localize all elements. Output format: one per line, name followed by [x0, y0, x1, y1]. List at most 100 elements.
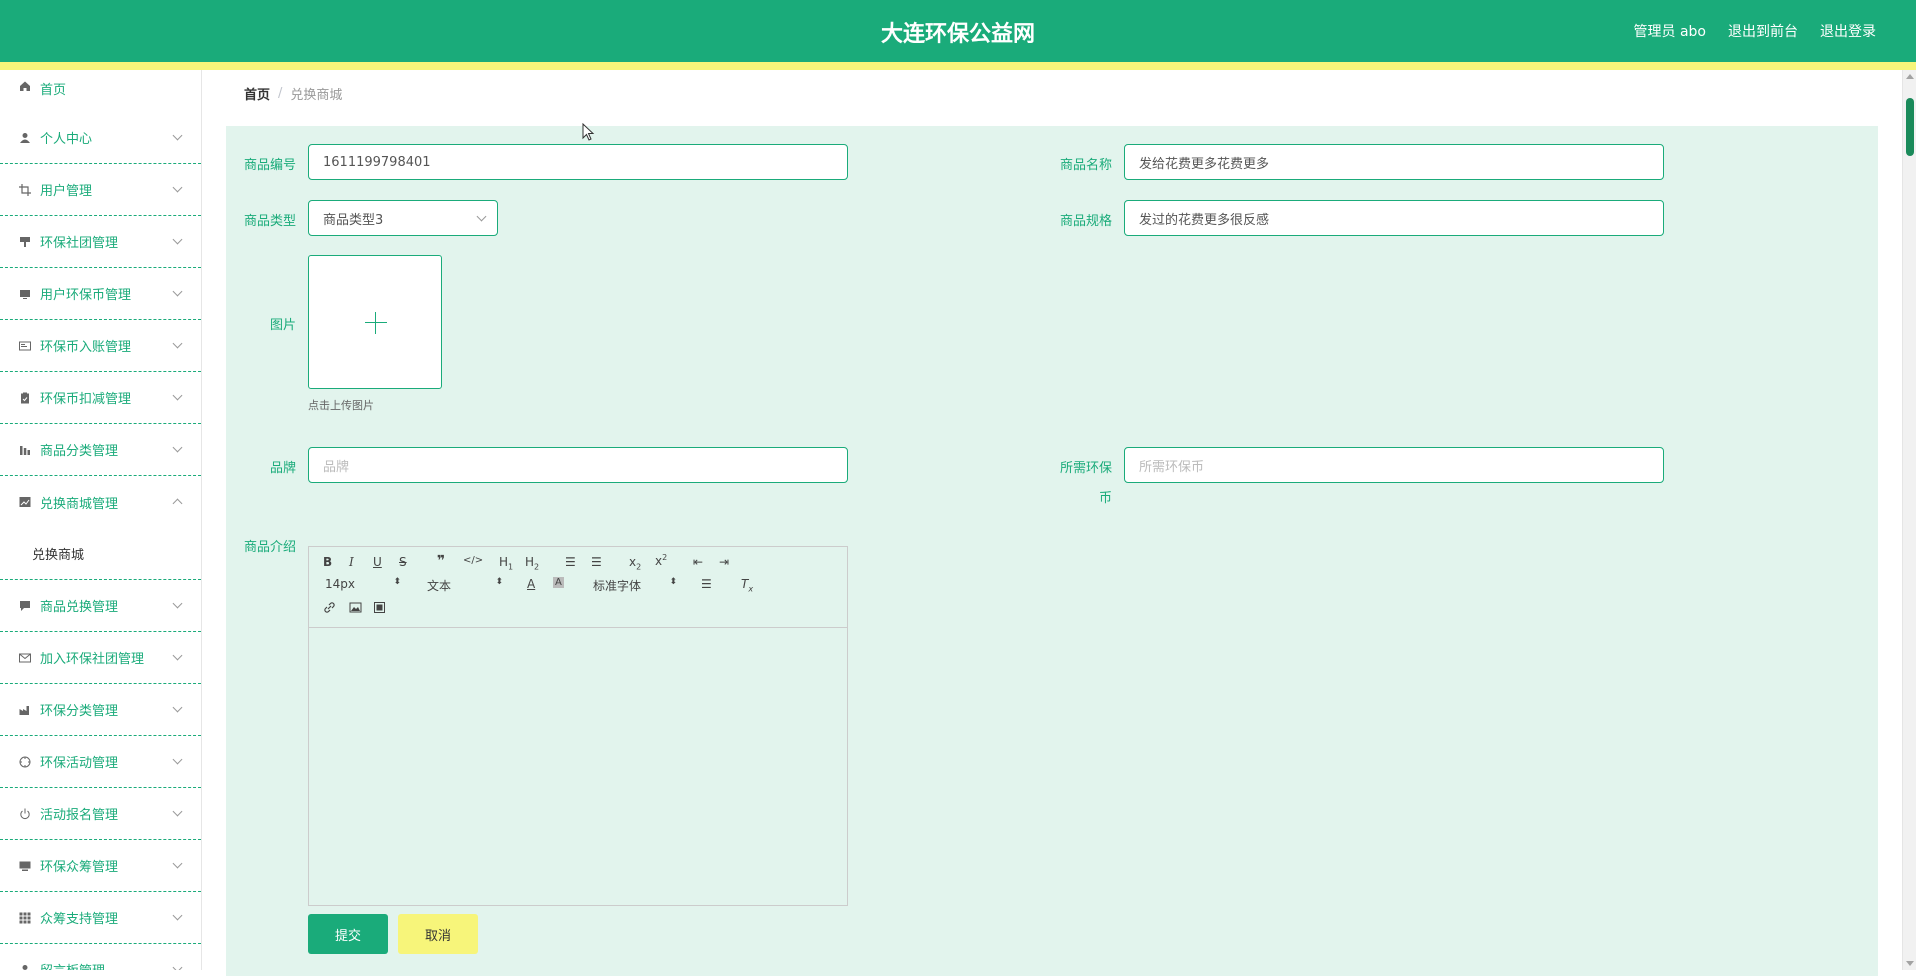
chevron-down-icon	[172, 442, 183, 453]
updown-icon: ⬍	[495, 577, 503, 587]
updown-icon: ⬍	[669, 577, 677, 587]
sidebar-item-activity-mgmt[interactable]: 环保活动管理	[0, 736, 201, 788]
sidebar-item-label: 众筹支持管理	[40, 912, 119, 927]
type-select-value: 商品类型3	[323, 212, 384, 228]
sidebar-item-eco-category-mgmt[interactable]: 环保分类管理	[0, 684, 201, 736]
sidebar-item-coin-deduct-mgmt[interactable]: 环保币扣减管理	[0, 372, 201, 424]
sidebar-item-crowdfund-mgmt[interactable]: 环保众筹管理	[0, 840, 201, 892]
underline-icon[interactable]: U	[373, 555, 382, 569]
outdent-icon[interactable]: ⇤	[693, 555, 703, 569]
scroll-up-icon[interactable]	[1906, 74, 1914, 79]
factory-icon	[18, 703, 32, 717]
editor-body[interactable]	[309, 628, 847, 905]
clear-format-icon[interactable]: Tx	[741, 577, 753, 593]
chevron-down-icon	[172, 338, 183, 349]
bullet-list-icon[interactable]: ☰	[591, 555, 602, 569]
site-title: 大连环保公益网	[880, 22, 1035, 47]
code-icon[interactable]: </>	[463, 555, 483, 566]
brush-icon	[18, 235, 32, 249]
admin-user-link[interactable]: 管理员 abo	[1634, 21, 1706, 41]
sidebar-item-label: 环保分类管理	[40, 704, 119, 719]
font-color-icon[interactable]: A	[527, 577, 535, 591]
coins-field[interactable]: 所需环保币	[1124, 447, 1664, 483]
image-icon[interactable]	[349, 601, 362, 617]
person-icon	[18, 963, 32, 971]
ordered-list-icon[interactable]: ☰	[565, 555, 576, 569]
breadcrumb-current: 兑换商城	[290, 87, 343, 103]
align-icon[interactable]: ☰	[701, 577, 712, 591]
chart-icon	[18, 443, 32, 457]
sidebar-item-mall-mgmt[interactable]: 兑换商城管理	[0, 476, 201, 528]
chevron-down-icon	[172, 962, 183, 970]
font-size-select[interactable]: 14px ⬍	[325, 577, 401, 591]
breadcrumb-home[interactable]: 首页	[244, 84, 270, 103]
sidebar-item-category-mgmt[interactable]: 商品分类管理	[0, 424, 201, 476]
sidebar-item-coin-income-mgmt[interactable]: 环保币入账管理	[0, 320, 201, 372]
cancel-button[interactable]: 取消	[398, 914, 478, 954]
brand-field[interactable]: 品牌	[308, 447, 848, 483]
sidebar-item-signup-mgmt[interactable]: 活动报名管理	[0, 788, 201, 840]
sidebar-item-join-club-mgmt[interactable]: 加入环保社团管理	[0, 632, 201, 684]
sidebar-item-personal-center[interactable]: 个人中心	[0, 112, 201, 164]
italic-icon[interactable]: I	[349, 555, 354, 569]
sidebar-item-label: 加入环保社团管理	[40, 652, 145, 667]
mail-icon	[18, 651, 32, 665]
crop-icon	[18, 183, 32, 197]
font-size-value: 14px	[325, 577, 355, 591]
sidebar-item-user-mgmt[interactable]: 用户管理	[0, 164, 201, 216]
chevron-down-icon	[172, 130, 183, 141]
strike-icon[interactable]: S	[399, 555, 407, 569]
bold-icon[interactable]: B	[323, 555, 332, 569]
code-field[interactable]: 1611199798401	[308, 144, 848, 180]
exit-to-front-link[interactable]: 退出到前台	[1728, 21, 1798, 41]
font-family-select[interactable]: 标准字体 ⬍	[593, 577, 677, 594]
subscript-icon[interactable]: x2	[629, 555, 641, 571]
sidebar-item-club-mgmt[interactable]: 环保社团管理	[0, 216, 201, 268]
chevron-down-icon	[172, 182, 183, 193]
video-icon[interactable]	[373, 601, 386, 617]
scroll-thumb[interactable]	[1906, 98, 1914, 156]
h2-icon[interactable]: H2	[525, 555, 539, 571]
spec-field[interactable]: 发过的花费更多很反感	[1124, 200, 1664, 236]
scroll-down-icon[interactable]	[1906, 961, 1914, 966]
type-select[interactable]: 商品类型3	[308, 200, 498, 236]
sidebar: 首页 个人中心 用户管理 环保社团管理 用户环保币管理 环保币入账管理 环保币扣…	[0, 70, 202, 970]
chevron-down-icon	[476, 211, 487, 222]
background-color-icon[interactable]: A	[553, 577, 564, 588]
indent-icon[interactable]: ⇥	[719, 555, 729, 569]
page-scrollbar[interactable]	[1902, 70, 1916, 970]
monitor-icon	[18, 287, 32, 301]
plus-icon	[365, 322, 387, 323]
sidebar-subitem-label: 兑换商城	[32, 548, 85, 563]
home-icon	[18, 79, 32, 93]
sidebar-item-home[interactable]: 首页	[0, 70, 201, 112]
spec-label: 商品规格	[1059, 214, 1112, 229]
heading-select[interactable]: 文本 ⬍	[427, 577, 503, 594]
sidebar-item-label: 商品兑换管理	[40, 600, 119, 615]
code-label: 商品编号	[243, 158, 296, 173]
top-bar: 大连环保公益网 管理员 abo 退出到前台 退出登录	[0, 0, 1916, 62]
sidebar-item-user-coin-mgmt[interactable]: 用户环保币管理	[0, 268, 201, 320]
sidebar-item-support-mgmt[interactable]: 众筹支持管理	[0, 892, 201, 944]
header-accent-strip	[0, 62, 1916, 70]
sidebar-item-label: 用户管理	[40, 184, 93, 199]
top-links: 管理员 abo 退出到前台 退出登录	[1634, 21, 1876, 41]
link-icon[interactable]	[323, 601, 336, 617]
sidebar-item-message-mgmt[interactable]: 留言板管理	[0, 944, 201, 970]
power-icon	[18, 807, 32, 821]
image-upload[interactable]	[308, 255, 442, 389]
superscript-icon[interactable]: x2	[655, 553, 667, 568]
rich-text-editor: B I U S ❞ </> H1 H2 ☰ ☰ x2 x2 ⇤ ⇥ 14px ⬍	[308, 546, 848, 906]
blockquote-icon[interactable]: ❞	[437, 553, 445, 569]
sidebar-item-exchange-mgmt[interactable]: 商品兑换管理	[0, 580, 201, 632]
name-field[interactable]: 发给花费更多花费更多	[1124, 144, 1664, 180]
chevron-down-icon	[172, 858, 183, 869]
sidebar-item-label: 环保活动管理	[40, 756, 119, 771]
sidebar-subitem-exchange-mall[interactable]: 兑换商城	[0, 528, 201, 580]
logout-link[interactable]: 退出登录	[1820, 21, 1876, 41]
h1-icon[interactable]: H1	[499, 555, 513, 571]
submit-button[interactable]: 提交	[308, 914, 388, 954]
sidebar-item-label: 兑换商城管理	[40, 496, 119, 512]
main-content: 首页 / 兑换商城 商品编号 1611199798401 商品名称 发给花费更多…	[202, 70, 1902, 976]
font-family-value: 标准字体	[593, 579, 642, 593]
